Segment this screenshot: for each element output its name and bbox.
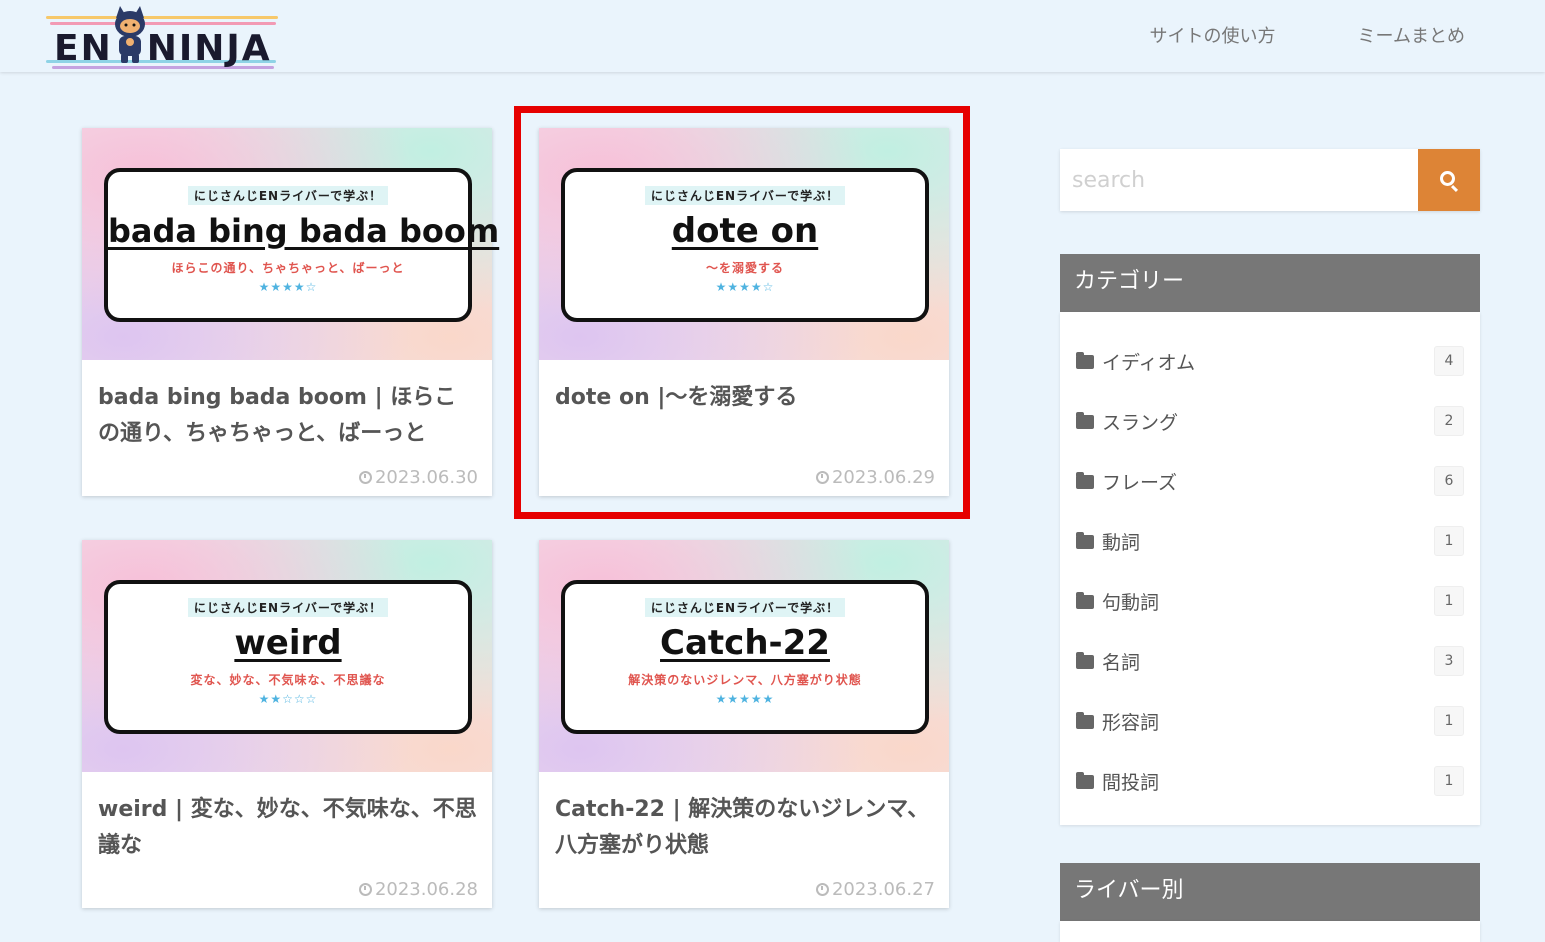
article-date-text: 2023.06.27	[831, 879, 935, 900]
highlight-box	[514, 106, 970, 519]
category-count: 1	[1434, 526, 1464, 556]
folder-icon	[1076, 712, 1094, 729]
folder-icon	[1076, 532, 1094, 549]
category-item[interactable]: 句動詞 1	[1060, 582, 1480, 622]
thumbnail-subtitle: 解決策のないジレンマ、八方塞がり状態	[628, 673, 862, 687]
category-label[interactable]: 間投詞	[1102, 768, 1159, 795]
logo-text-left: EN	[54, 28, 113, 69]
article-date: 2023.06.27	[815, 879, 935, 900]
liver-widget-title: ライバー別	[1060, 863, 1480, 921]
logo-text: EN NINJA	[54, 28, 272, 69]
article-thumbnail[interactable]: にじさんじENライバーで学ぶ！ bada bing bada boom ほらこの…	[82, 128, 500, 360]
logo-stripe-pink	[50, 22, 276, 25]
article-title[interactable]: bada bing bada boom | ほらこの通り、ちゃちゃっと、ばーっと	[98, 380, 478, 452]
article-thumbnail[interactable]: にじさんじENライバーで学ぶ！ Catch-22 解決策のないジレンマ、八方塞が…	[539, 540, 949, 772]
thumbnail-subtitle: 変な、妙な、不気味な、不思議な	[190, 673, 386, 687]
folder-icon	[1076, 652, 1094, 669]
category-label[interactable]: 動詞	[1102, 528, 1140, 555]
article-thumbnail[interactable]: にじさんじENライバーで学ぶ！ weird 変な、妙な、不気味な、不思議な ★★…	[82, 540, 492, 772]
thumbnail-badge: にじさんじENライバーで学ぶ！	[187, 598, 389, 617]
folder-icon	[1076, 772, 1094, 789]
article-card[interactable]: にじさんじENライバーで学ぶ！ bada bing bada boom ほらこの…	[82, 128, 500, 496]
thumbnail-stars: ★★★★★	[715, 692, 775, 706]
category-count: 2	[1434, 406, 1464, 436]
site-logo[interactable]: EN NINJA	[46, 4, 282, 72]
article-card[interactable]: にじさんじENライバーで学ぶ！ Catch-22 解決策のないジレンマ、八方塞が…	[539, 540, 949, 908]
article-card[interactable]: にじさんじENライバーで学ぶ！ weird 変な、妙な、不気味な、不思議な ★★…	[82, 540, 492, 908]
category-label[interactable]: スラング	[1102, 408, 1178, 435]
category-item[interactable]: スラング 2	[1060, 402, 1480, 442]
search-icon	[1440, 171, 1455, 186]
search-button[interactable]	[1418, 149, 1480, 211]
clock-icon	[358, 471, 372, 484]
article-title[interactable]: Catch-22 | 解決策のないジレンマ、八方塞がり状態	[555, 792, 935, 864]
article-title[interactable]: weird | 変な、妙な、不気味な、不思議な	[98, 792, 478, 864]
thumbnail-board: にじさんじENライバーで学ぶ！ Catch-22 解決策のないジレンマ、八方塞が…	[561, 580, 929, 734]
article-date: 2023.06.30	[358, 467, 478, 488]
thumbnail-stars: ★★★★☆	[258, 280, 318, 294]
category-item[interactable]: 名詞 3	[1060, 642, 1480, 682]
thumbnail-word: bada bing bada boom	[108, 212, 500, 250]
global-nav: サイトの使い方 ミームまとめ	[1150, 22, 1465, 48]
category-item[interactable]: 動詞 1	[1060, 522, 1480, 562]
folder-icon	[1076, 412, 1094, 429]
thumbnail-subtitle: ほらこの通り、ちゃちゃっと、ばーっと	[171, 261, 405, 275]
article-date: 2023.06.28	[358, 879, 478, 900]
category-count: 1	[1434, 706, 1464, 736]
clock-icon	[358, 883, 372, 896]
category-widget-title: カテゴリー	[1060, 254, 1480, 312]
thumbnail-board: にじさんじENライバーで学ぶ！ weird 変な、妙な、不気味な、不思議な ★★…	[104, 580, 472, 734]
nav-link-meme-summary[interactable]: ミームまとめ	[1358, 22, 1465, 48]
category-label[interactable]: 名詞	[1102, 648, 1140, 675]
thumbnail-stars: ★★☆☆☆	[258, 692, 318, 706]
category-count: 4	[1434, 346, 1464, 376]
search-form	[1060, 149, 1480, 211]
category-item[interactable]: イディオム 4	[1060, 342, 1480, 382]
thumbnail-badge: にじさんじENライバーで学ぶ！	[644, 598, 846, 617]
folder-icon	[1076, 472, 1094, 489]
article-date-text: 2023.06.28	[374, 879, 478, 900]
category-label[interactable]: フレーズ	[1102, 468, 1177, 495]
category-count: 1	[1434, 586, 1464, 616]
article-date-text: 2023.06.30	[374, 467, 478, 488]
category-count: 1	[1434, 766, 1464, 796]
category-item[interactable]: フレーズ 6	[1060, 462, 1480, 502]
clock-icon	[815, 883, 829, 896]
nav-link-how-to-use[interactable]: サイトの使い方	[1150, 22, 1276, 48]
logo-text-right: NINJA	[146, 28, 272, 69]
thumbnail-board: にじさんじENライバーで学ぶ！ bada bing bada boom ほらこの…	[104, 168, 500, 322]
logo-stripe-yellow	[46, 16, 278, 19]
category-list: イディオム 4 スラング 2 フレーズ 6 動詞 1 句動詞 1 名詞 3 形容…	[1060, 312, 1480, 825]
search-input[interactable]	[1060, 149, 1418, 211]
site-header: EN NINJA サイトの使い方 ミームまとめ	[0, 0, 1545, 72]
category-count: 6	[1434, 466, 1464, 496]
folder-icon	[1076, 592, 1094, 609]
category-label[interactable]: 句動詞	[1102, 588, 1159, 615]
folder-icon	[1076, 352, 1094, 369]
thumbnail-word: weird	[234, 623, 342, 663]
category-item[interactable]: 間投詞 1	[1060, 762, 1480, 802]
category-count: 3	[1434, 646, 1464, 676]
ninja-mascot-icon	[115, 6, 145, 63]
thumbnail-badge: にじさんじENライバーで学ぶ！	[187, 186, 389, 205]
category-item[interactable]: 形容詞 1	[1060, 702, 1480, 742]
thumbnail-word: Catch-22	[660, 623, 830, 663]
liver-widget-body	[1060, 921, 1480, 942]
category-label[interactable]: イディオム	[1102, 348, 1195, 375]
category-label[interactable]: 形容詞	[1102, 708, 1159, 735]
